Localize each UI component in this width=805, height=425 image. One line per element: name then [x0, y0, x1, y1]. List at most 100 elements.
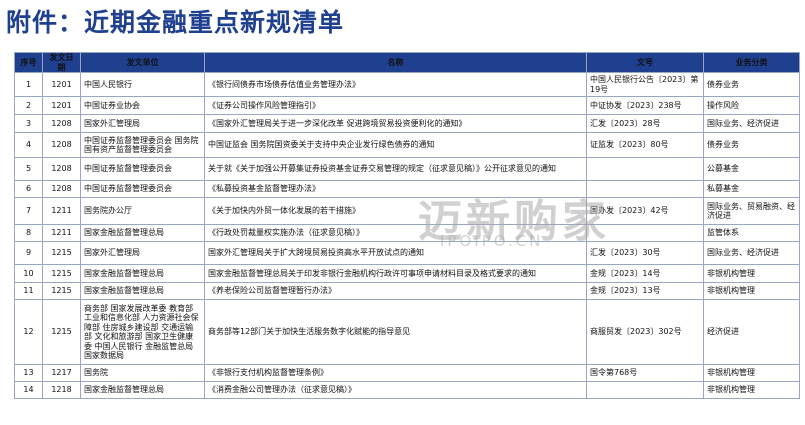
table-row: 8 1211 国家金融监督管理总局 《行政处罚裁量权实施办法（征求意见稿）》 监… — [14, 224, 800, 242]
cell-doc-number: 国办发〔2023〕42号 — [586, 197, 704, 225]
cell-name: 《行政处罚裁量权实施办法（征求意见稿）》 — [204, 224, 587, 242]
cell-doc-number — [586, 381, 704, 399]
cell-issuer: 国家金融监督管理总局 — [80, 381, 205, 399]
cell-category: 操作风险 — [703, 96, 800, 115]
cell-issuer: 中国证券监督管理委员会 国务院国有资产监督管理委员会 — [80, 132, 205, 158]
cell-category: 监管体系 — [703, 224, 800, 242]
table-row: 6 1208 中国证券监督管理委员会 《私募投资基金监督管理办法》 私募基金 — [14, 180, 800, 198]
cell-no: 14 — [14, 381, 43, 399]
cell-name: 中国证监会 国务院国资委关于支持中央企业发行绿色债券的通知 — [204, 132, 587, 158]
cell-issuer: 国家外汇管理局 — [80, 241, 205, 265]
cell-category: 非银机构管理 — [703, 381, 800, 399]
cell-no: 8 — [14, 224, 43, 242]
cell-name: 国家外汇管理局关于扩大跨境贸易投资高水平开放试点的通知 — [204, 241, 587, 265]
cell-doc-number: 证监发〔2023〕80号 — [586, 132, 704, 158]
table-row: 7 1211 国务院办公厅 《关于加快内外贸一体化发展的若干措施》 国办发〔20… — [14, 197, 800, 225]
cell-date: 1201 — [42, 72, 81, 97]
cell-no: 3 — [14, 114, 43, 133]
cell-date: 1201 — [42, 96, 81, 115]
cell-date: 1208 — [42, 132, 81, 158]
table-row: 5 1208 中国证券监督管理委员会 关于就《关于加强公开募集证券投资基金证券交… — [14, 157, 800, 181]
cell-issuer: 国务院办公厅 — [80, 197, 205, 225]
table-row: 13 1217 国务院 《非银行支付机构监督管理条例》 国令第768号 非银机构… — [14, 364, 800, 382]
cell-doc-number: 金规〔2023〕13号 — [586, 282, 704, 300]
cell-date: 1218 — [42, 381, 81, 399]
col-header-doc-number: 文号 — [586, 52, 704, 73]
cell-category: 公募基金 — [703, 157, 800, 181]
cell-no: 6 — [14, 180, 43, 198]
cell-no: 2 — [14, 96, 43, 115]
cell-category: 债券业务 — [703, 132, 800, 158]
table-row: 12 1215 商务部 国家发展改革委 教育部 工业和信息化部 人力资源社会保障… — [14, 299, 800, 365]
regulation-table: 序号 发文日期 发文单位 名称 文号 业务分类 1 1201 中国人民银行 《银… — [14, 52, 800, 399]
cell-doc-number — [586, 180, 704, 198]
cell-issuer: 国家外汇管理局 — [80, 114, 205, 133]
cell-date: 1215 — [42, 264, 81, 283]
col-header-category: 业务分类 — [703, 52, 800, 73]
cell-category: 国际业务、经济促进 — [703, 114, 800, 133]
cell-name: 商务部等12部门关于加快生活服务数字化赋能的指导意见 — [204, 299, 587, 365]
cell-no: 11 — [14, 282, 43, 300]
cell-doc-number: 金规〔2023〕14号 — [586, 264, 704, 283]
cell-category: 非银机构管理 — [703, 282, 800, 300]
table-row: 4 1208 中国证券监督管理委员会 国务院国有资产监督管理委员会 中国证监会 … — [14, 132, 800, 158]
cell-date: 1211 — [42, 197, 81, 225]
table-row: 10 1215 国家金融监督管理总局 国家金融监督管理总局关于印发非银行金融机构… — [14, 264, 800, 283]
table-row: 14 1218 国家金融监督管理总局 《消费金融公司管理办法（征求意见稿）》 非… — [14, 381, 800, 399]
cell-issuer: 国家金融监督管理总局 — [80, 282, 205, 300]
cell-no: 12 — [14, 299, 43, 365]
cell-doc-number: 汇发〔2023〕30号 — [586, 241, 704, 265]
cell-category: 私募基金 — [703, 180, 800, 198]
table-row: 3 1208 国家外汇管理局 《国家外汇管理局关于进一步深化改革 促进跨境贸易投… — [14, 114, 800, 133]
cell-doc-number: 中证协发〔2023〕238号 — [586, 96, 704, 115]
cell-no: 1 — [14, 72, 43, 97]
cell-no: 13 — [14, 364, 43, 382]
page-title: 附件：近期金融重点新规清单 — [6, 8, 345, 37]
cell-issuer: 国务院 — [80, 364, 205, 382]
cell-date: 1217 — [42, 364, 81, 382]
cell-name: 国家金融监督管理总局关于印发非银行金融机构行政许可事项申请材料目录及格式要求的通… — [204, 264, 587, 283]
cell-name: 关于就《关于加强公开募集证券投资基金证券交易管理的规定（征求意见稿）》公开征求意… — [204, 157, 587, 181]
cell-category: 经济促进 — [703, 299, 800, 365]
table-row: 11 1215 国家金融监督管理总局 《养老保险公司监督管理暂行办法》 金规〔2… — [14, 282, 800, 300]
cell-date: 1215 — [42, 282, 81, 300]
table-header: 序号 发文日期 发文单位 名称 文号 业务分类 — [14, 52, 800, 73]
table-row: 9 1215 国家外汇管理局 国家外汇管理局关于扩大跨境贸易投资高水平开放试点的… — [14, 241, 800, 265]
cell-date: 1215 — [42, 299, 81, 365]
cell-name: 《关于加快内外贸一体化发展的若干措施》 — [204, 197, 587, 225]
cell-date: 1208 — [42, 114, 81, 133]
cell-doc-number: 国令第768号 — [586, 364, 704, 382]
cell-doc-number: 中国人民银行公告〔2023〕第19号 — [586, 72, 704, 97]
cell-issuer: 商务部 国家发展改革委 教育部 工业和信息化部 人力资源社会保障部 住房城乡建设… — [80, 299, 205, 365]
cell-date: 1215 — [42, 241, 81, 265]
cell-date: 1211 — [42, 224, 81, 242]
cell-category: 债券业务 — [703, 72, 800, 97]
cell-category: 非银机构管理 — [703, 364, 800, 382]
cell-name: 《养老保险公司监督管理暂行办法》 — [204, 282, 587, 300]
cell-date: 1208 — [42, 180, 81, 198]
col-header-date: 发文日期 — [42, 52, 81, 73]
cell-category: 国际业务、经济促进 — [703, 241, 800, 265]
table-row: 1 1201 中国人民银行 《银行间债券市场债券估值业务管理办法》 中国人民银行… — [14, 72, 800, 97]
col-header-issuer: 发文单位 — [80, 52, 205, 73]
cell-doc-number: 汇发〔2023〕28号 — [586, 114, 704, 133]
cell-category: 非银机构管理 — [703, 264, 800, 283]
header-row: 序号 发文日期 发文单位 名称 文号 业务分类 — [14, 52, 800, 73]
cell-no: 9 — [14, 241, 43, 265]
col-header-no: 序号 — [14, 52, 43, 73]
cell-name: 《私募投资基金监督管理办法》 — [204, 180, 587, 198]
cell-doc-number: 商服贸发〔2023〕302号 — [586, 299, 704, 365]
cell-name: 《银行间债券市场债券估值业务管理办法》 — [204, 72, 587, 97]
cell-issuer: 中国证券监督管理委员会 — [80, 180, 205, 198]
table-body: 1 1201 中国人民银行 《银行间债券市场债券估值业务管理办法》 中国人民银行… — [14, 72, 800, 399]
cell-date: 1208 — [42, 157, 81, 181]
cell-doc-number — [586, 157, 704, 181]
cell-issuer: 中国证券业协会 — [80, 96, 205, 115]
cell-doc-number — [586, 224, 704, 242]
cell-name: 《证券公司操作风险管理指引》 — [204, 96, 587, 115]
cell-name: 《非银行支付机构监督管理条例》 — [204, 364, 587, 382]
cell-issuer: 中国证券监督管理委员会 — [80, 157, 205, 181]
cell-no: 5 — [14, 157, 43, 181]
cell-issuer: 中国人民银行 — [80, 72, 205, 97]
cell-name: 《消费金融公司管理办法（征求意见稿）》 — [204, 381, 587, 399]
